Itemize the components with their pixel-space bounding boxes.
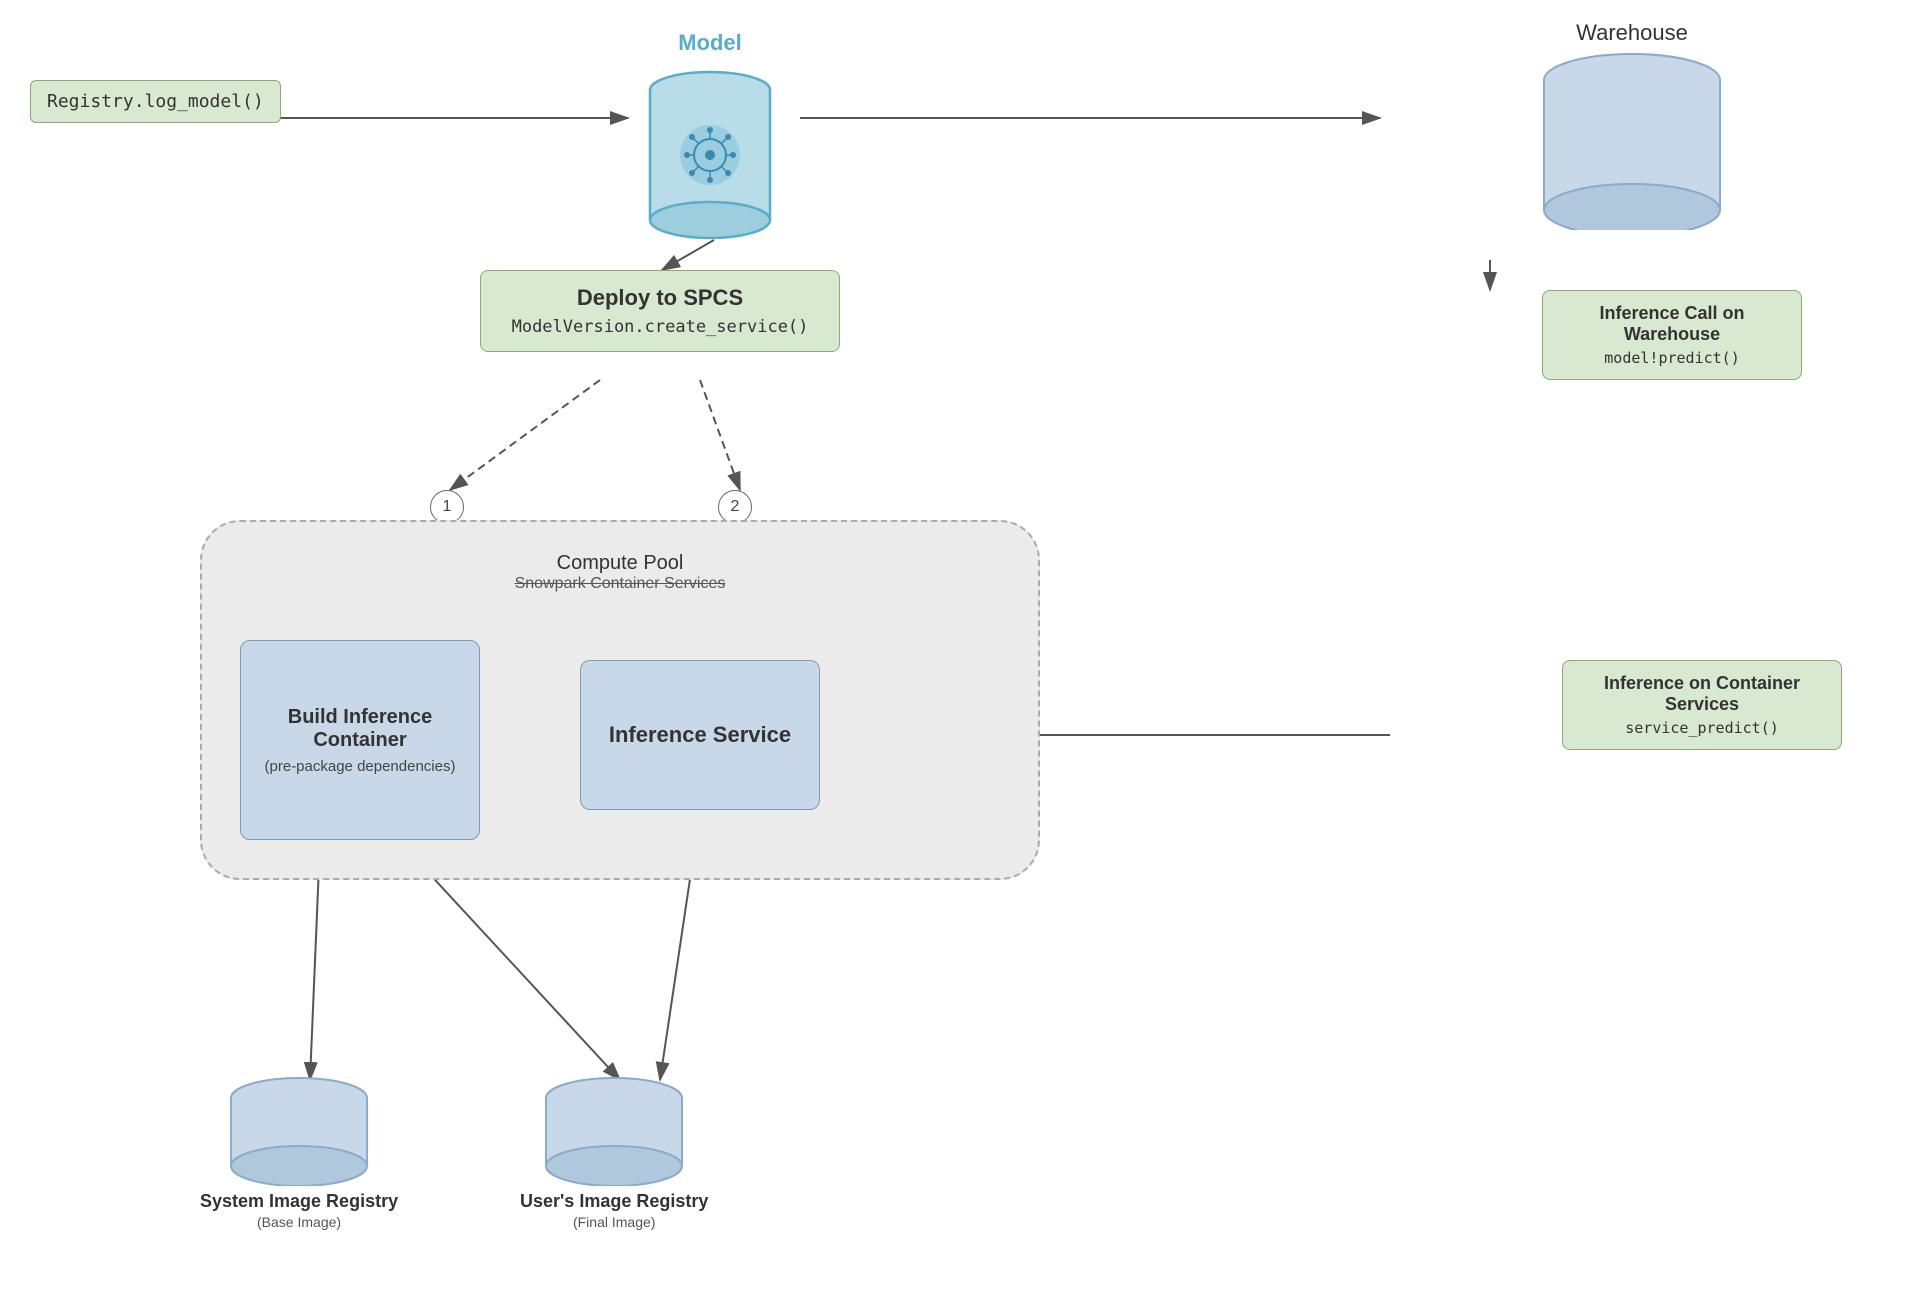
inference-container-box: Inference on Container Services service_… <box>1562 660 1842 750</box>
registry-text: Registry.log_model() <box>47 91 264 112</box>
model-icon <box>640 60 780 240</box>
warehouse-label: Warehouse <box>1532 20 1732 46</box>
system-registry-icon <box>219 1076 379 1186</box>
user-registry-label: User's Image Registry <box>520 1191 708 1212</box>
inference-container-code: service_predict() <box>1577 719 1827 737</box>
inference-warehouse-title: Inference Call on Warehouse <box>1557 303 1787 345</box>
build-container-title: Build Inference Container <box>255 706 465 752</box>
build-container-sub: (pre-package dependencies) <box>265 758 456 775</box>
deploy-box: Deploy to SPCS ModelVersion.create_servi… <box>480 270 840 352</box>
user-registry-icon <box>534 1076 694 1186</box>
user-registry-sub: (Final Image) <box>520 1214 708 1230</box>
inference-service-title: Inference Service <box>609 722 791 748</box>
build-container-box: Build Inference Container (pre-package d… <box>240 640 480 840</box>
warehouse-section: Warehouse <box>1532 20 1732 235</box>
inference-warehouse-box: Inference Call on Warehouse model!predic… <box>1542 290 1802 380</box>
deploy-code: ModelVersion.create_service() <box>501 317 819 337</box>
model-label: Model <box>630 30 790 56</box>
system-image-registry: System Image Registry (Base Image) <box>200 1076 398 1230</box>
warehouse-icon <box>1532 50 1732 230</box>
system-registry-label: System Image Registry <box>200 1191 398 1212</box>
step-circle-1: 1 <box>430 490 464 524</box>
compute-pool-subtitle: Snowpark Container Services <box>222 575 1018 593</box>
registry-box: Registry.log_model() <box>30 80 281 123</box>
inference-warehouse-code: model!predict() <box>1557 349 1787 367</box>
deploy-title: Deploy to SPCS <box>501 285 819 311</box>
user-image-registry: User's Image Registry (Final Image) <box>520 1076 708 1230</box>
inference-container-title: Inference on Container Services <box>1577 673 1827 715</box>
system-registry-sub: (Base Image) <box>200 1214 398 1230</box>
inference-service-box: Inference Service <box>580 660 820 810</box>
step-circle-2: 2 <box>718 490 752 524</box>
diagram-container: Registry.log_model() Model <box>0 0 1932 1290</box>
compute-pool-title: Compute Pool <box>222 552 1018 575</box>
model-cylinder: Model <box>630 30 790 240</box>
